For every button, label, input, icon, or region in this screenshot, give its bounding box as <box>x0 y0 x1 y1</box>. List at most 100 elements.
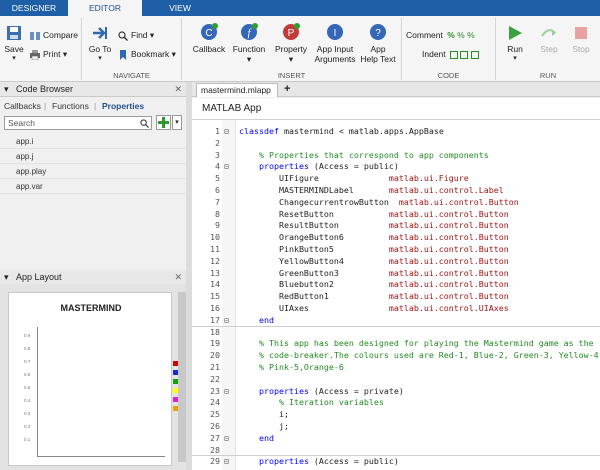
comment-button[interactable]: Comment % % % <box>406 30 475 40</box>
code-line[interactable]: 25 i; <box>192 409 600 421</box>
run-play-icon <box>509 26 522 40</box>
axis-tick-label: 0.8 <box>24 346 31 351</box>
tab-editor[interactable]: EDITOR <box>68 0 142 16</box>
step-button[interactable]: Step <box>536 24 562 54</box>
goto-button[interactable]: Go To ▾ <box>86 24 114 64</box>
ribbon: Save ▾ Compare Print ▾ Go To ▾ Find ▾ Bo… <box>0 16 600 82</box>
list-item[interactable]: app.play <box>0 164 186 179</box>
list-item[interactable]: app.i <box>0 134 186 149</box>
fold-toggle-icon[interactable]: ⊟ <box>224 161 229 173</box>
code-line[interactable]: 20 % code-breaker.The colours used are R… <box>192 350 600 362</box>
stop-button[interactable]: Stop <box>568 24 594 54</box>
code-line[interactable]: 16 UIAxes matlab.ui.control.UIAxes <box>192 303 600 315</box>
code-line[interactable]: 18 <box>192 327 600 339</box>
tab-callbacks[interactable]: Callbacks <box>4 99 41 113</box>
line-number: 6 <box>215 185 220 195</box>
code-line[interactable]: 29 ⊟ properties (Access = public) <box>192 456 600 468</box>
code-line[interactable]: 23 ⊟ properties (Access = private) <box>192 386 600 398</box>
code-line[interactable]: 21 % Pink-5,Orange-6 <box>192 362 600 374</box>
code-line[interactable]: 14 Bluebutton2 matlab.ui.control.Button <box>192 279 600 291</box>
code-line[interactable]: 3 % Properties that correspond to app co… <box>192 150 600 162</box>
axis-tick-label: 0.2 <box>24 424 31 429</box>
line-number: 20 <box>210 350 220 361</box>
code-text: j; <box>239 421 289 431</box>
app-layout-header: ▾ App Layout ✕ <box>0 270 186 285</box>
code-editor[interactable]: 1 ⊟ classdef mastermind < matlab.apps.AppB… <box>192 120 600 470</box>
file-tab-mastermind[interactable]: mastermind.mlapp <box>196 83 278 97</box>
code-line[interactable]: 10 OrangeButton6 matlab.ui.control.Butto… <box>192 232 600 244</box>
app-help-text-button[interactable]: ? App Help Text <box>358 22 398 64</box>
collapse-icon[interactable]: ▾ <box>4 270 9 285</box>
code-line[interactable]: 1 ⊟ classdef mastermind < matlab.apps.AppB… <box>192 126 600 138</box>
bookmark-button[interactable]: Bookmark ▾ <box>118 49 176 60</box>
indent-button[interactable]: Indent <box>422 49 479 59</box>
search-input[interactable]: Search <box>4 116 152 130</box>
tab-view[interactable]: VIEW <box>142 0 218 16</box>
compare-icon <box>30 31 40 40</box>
list-item[interactable]: app.var <box>0 179 186 194</box>
run-button[interactable]: Run ▾ <box>502 24 528 64</box>
line-number: 23 <box>210 385 220 396</box>
line-number: 13 <box>210 267 220 278</box>
navigate-section: Go To ▾ Find ▾ Bookmark ▾ NAVIGATE <box>82 18 182 80</box>
code-line[interactable]: 24 % Iteration variables <box>192 397 600 409</box>
tab-designer[interactable]: DESIGNER <box>0 0 68 16</box>
save-icon <box>7 26 21 40</box>
line-number: 26 <box>210 421 220 431</box>
code-text: PinkButton5 matlab.ui.control.Button <box>239 244 509 254</box>
code-line[interactable]: 13 GreenButton3 matlab.ui.control.Button <box>192 268 600 280</box>
fold-toggle-icon[interactable]: ⊟ <box>224 433 229 445</box>
help-icon: ? <box>370 24 386 40</box>
fold-toggle-icon[interactable]: ⊟ <box>224 456 229 468</box>
app-layout-canvas[interactable]: MASTERMIND 0.9 0.8 0.7 0.6 0.5 0.4 0.3 0.2 0.1 <box>8 292 179 466</box>
print-button[interactable]: Print ▾ <box>30 49 67 60</box>
close-panel-icon[interactable]: ✕ <box>174 82 182 97</box>
code-line[interactable]: 22 <box>192 374 600 386</box>
code-line[interactable]: 6 MASTERMINDLabel matlab.ui.control.Labe… <box>192 185 600 197</box>
code-line[interactable]: 27 ⊟ end <box>192 433 600 445</box>
fold-toggle-icon[interactable]: ⊟ <box>224 386 229 398</box>
code-line[interactable]: 2 <box>192 138 600 150</box>
code-text: classdef mastermind < matlab.apps.AppBas… <box>239 126 444 136</box>
tab-functions[interactable]: Functions <box>52 99 89 113</box>
function-icon: f <box>241 23 258 40</box>
line-number: 5 <box>215 173 220 184</box>
line-number: 19 <box>210 338 220 349</box>
app-input-arguments-button[interactable]: I App Input Arguments <box>314 22 356 64</box>
code-text: ChangecurrentrowButton matlab.ui.control… <box>239 196 519 207</box>
find-button[interactable]: Find ▾ <box>118 30 154 41</box>
property-button[interactable]: P Property ▾ <box>272 22 310 64</box>
close-panel-icon[interactable]: ✕ <box>174 270 182 285</box>
add-property-button[interactable] <box>156 115 171 130</box>
code-line[interactable]: 12 YellowButton4 matlab.ui.control.Butto… <box>192 256 600 268</box>
code-line[interactable]: 26 j; <box>192 421 600 433</box>
callback-button[interactable]: C Callback <box>190 22 228 54</box>
save-button[interactable]: Save ▾ <box>3 24 25 64</box>
function-button[interactable]: f Function ▾ <box>230 22 268 64</box>
collapse-icon[interactable]: ▾ <box>4 82 9 97</box>
code-line[interactable]: 19 % This app has been designed for play… <box>192 338 600 350</box>
line-number: 4 <box>215 161 220 172</box>
code-line[interactable]: 8 ResetButton matlab.ui.control.Button <box>192 209 600 221</box>
property-icon: P <box>283 23 300 40</box>
line-number: 12 <box>210 255 220 266</box>
add-tab-button[interactable]: + <box>284 82 290 97</box>
compare-button[interactable]: Compare <box>30 30 78 41</box>
smart-indent-icon <box>450 50 459 59</box>
add-dropdown-button[interactable]: ▾ <box>172 115 182 130</box>
code-line[interactable]: 5 UIFigure matlab.ui.Figure <box>192 173 600 185</box>
code-line[interactable]: 11 PinkButton5 matlab.ui.control.Button <box>192 244 600 256</box>
layout-scrollbar[interactable] <box>178 292 186 462</box>
list-item[interactable]: app.j <box>0 149 186 164</box>
fold-toggle-icon[interactable]: ⊟ <box>224 126 229 138</box>
increase-indent-icon <box>460 50 469 59</box>
editor-file-tabs: mastermind.mlapp + <box>192 82 600 97</box>
code-line[interactable]: 7 ChangecurrentrowButton matlab.ui.contr… <box>192 197 600 209</box>
tab-properties[interactable]: Properties <box>102 99 144 113</box>
line-number: 21 <box>210 362 220 372</box>
code-section: Comment % % % Indent CODE <box>402 18 496 80</box>
code-line[interactable]: 4 ⊟ properties (Access = public) <box>192 161 600 173</box>
svg-text:P: P <box>288 28 295 39</box>
code-line[interactable]: 15 RedButton1 matlab.ui.control.Button <box>192 291 600 303</box>
code-line[interactable]: 9 ResultButton matlab.ui.control.Button <box>192 220 600 232</box>
